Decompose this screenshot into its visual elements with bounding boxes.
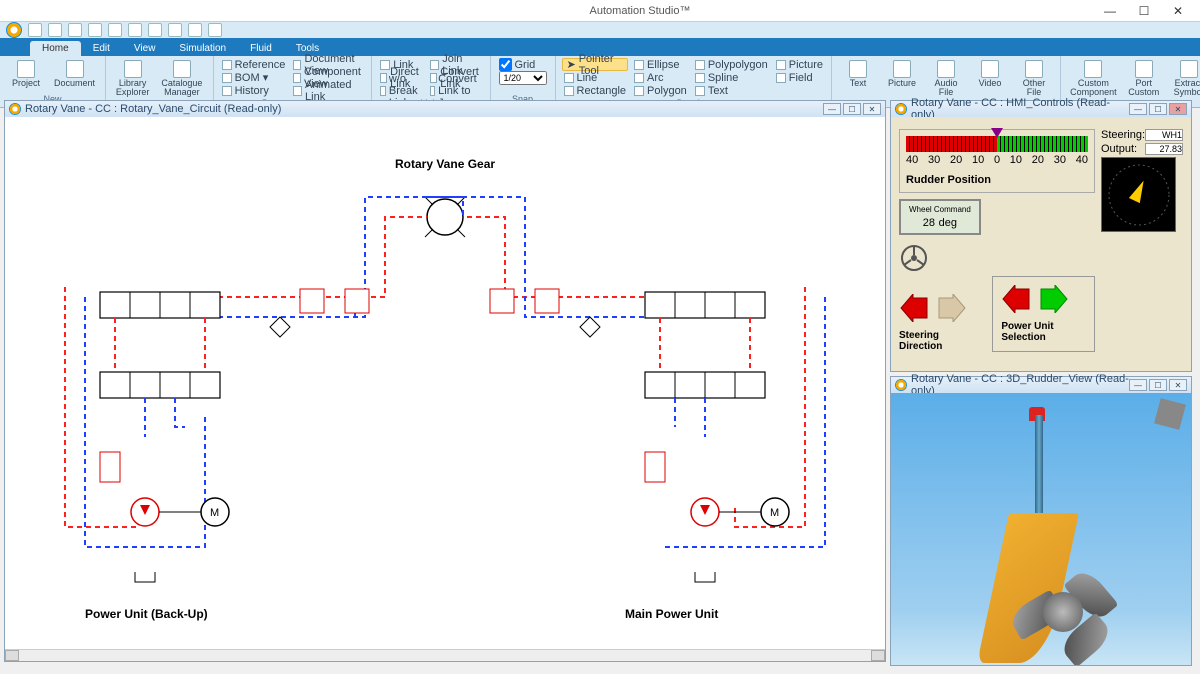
close-button[interactable]: ✕ <box>1164 2 1192 20</box>
app-title: Automation Studio™ <box>200 5 1080 17</box>
scroll-left-button[interactable] <box>5 650 19 661</box>
output-input[interactable] <box>1145 143 1183 155</box>
panel-minimize-button[interactable]: — <box>823 103 841 115</box>
minimize-button[interactable]: — <box>1096 2 1124 20</box>
panel-maximize-button[interactable]: ☐ <box>1149 379 1167 391</box>
tooltip-audio-button[interactable]: Audio File <box>926 58 966 99</box>
animated-link-button[interactable]: Animated Link <box>291 84 365 97</box>
maximize-button[interactable]: ☐ <box>1130 2 1158 20</box>
convert-jumps-button[interactable]: Convert Link to Jumps <box>428 84 484 97</box>
tooltip-other-button[interactable]: Other File <box>1014 58 1054 99</box>
reference-button[interactable]: Reference <box>220 58 288 71</box>
document-button[interactable]: Document <box>50 58 99 90</box>
polypolygon-tool-button[interactable]: Polypolygon <box>693 58 770 71</box>
field-tool-button[interactable]: Field <box>774 71 825 84</box>
project-button[interactable]: Project <box>6 58 46 90</box>
steer-left-button[interactable] <box>899 294 931 322</box>
panel-minimize-button[interactable]: — <box>1129 103 1147 115</box>
power-right-button[interactable] <box>1037 285 1069 313</box>
rudder-scale: 40302010010203040 Rudder Position <box>899 129 1095 193</box>
qat-open-icon[interactable] <box>48 23 62 37</box>
steering-input[interactable] <box>1145 129 1183 141</box>
view3d-panel: Rotary Vane - CC : 3D_Rudder_View (Read-… <box>890 376 1192 666</box>
panel-maximize-button[interactable]: ☐ <box>843 103 861 115</box>
ellipse-tool-button[interactable]: Ellipse <box>632 58 689 71</box>
rudder-pointer-icon <box>991 128 1003 138</box>
arc-tool-button[interactable]: Arc <box>632 71 689 84</box>
wheel-command-display: Wheel Command 28 deg <box>899 199 981 235</box>
circuit-svg: M M <box>5 117 885 647</box>
grid-toggle[interactable]: Grid <box>497 58 549 71</box>
power-left-button[interactable] <box>1001 285 1033 313</box>
steering-direction-label: Steering Direction <box>899 330 972 352</box>
panel-close-button[interactable]: ✕ <box>863 103 881 115</box>
qat-new-icon[interactable] <box>28 23 42 37</box>
line-tool-button[interactable]: Line <box>562 71 629 84</box>
tab-home[interactable]: Home <box>30 41 81 56</box>
hmi-panel: Rotary Vane - CC : HMI_Controls (Read-on… <box>890 100 1192 372</box>
app-logo-icon[interactable] <box>6 22 22 38</box>
qat-play-icon[interactable] <box>148 23 162 37</box>
window-titlebar: Automation Studio™ — ☐ ✕ <box>0 0 1200 22</box>
propeller <box>1011 570 1131 660</box>
custom-component-button[interactable]: Custom Component <box>1067 58 1120 99</box>
tab-view[interactable]: View <box>122 41 168 56</box>
qat-save-icon[interactable] <box>68 23 82 37</box>
tab-simulation[interactable]: Simulation <box>167 41 238 56</box>
text-tool-button[interactable]: Text <box>693 84 770 97</box>
polygon-tool-button[interactable]: Polygon <box>632 84 689 97</box>
panel-icon <box>895 379 907 391</box>
compass-gauge <box>1101 157 1176 232</box>
qat-stop-icon[interactable] <box>188 23 202 37</box>
picture-tool-button[interactable]: Picture <box>774 58 825 71</box>
bom-button[interactable]: BOM ▾ <box>220 71 288 84</box>
panel-maximize-button[interactable]: ☐ <box>1149 103 1167 115</box>
pointer-tool-button[interactable]: ➤ Pointer Tool <box>562 58 629 71</box>
power-unit-label: Power Unit Selection <box>1001 321 1086 343</box>
view-cube-icon[interactable] <box>1154 398 1186 430</box>
qat-pause-icon[interactable] <box>168 23 182 37</box>
steer-right-button[interactable] <box>935 294 967 322</box>
tab-edit[interactable]: Edit <box>81 41 122 56</box>
panel-close-button[interactable]: ✕ <box>1169 103 1187 115</box>
qat-print-icon[interactable] <box>88 23 102 37</box>
spline-tool-button[interactable]: Spline <box>693 71 770 84</box>
qat-redo-icon[interactable] <box>128 23 142 37</box>
panel-minimize-button[interactable]: — <box>1129 379 1147 391</box>
rudder-3d-view[interactable] <box>891 393 1191 665</box>
port-custom-button[interactable]: Port Custom <box>1124 58 1164 99</box>
library-explorer-button[interactable]: Library Explorer <box>112 58 153 99</box>
scroll-right-button[interactable] <box>871 650 885 661</box>
tooltip-text-button[interactable]: Text <box>838 58 878 90</box>
circuit-diagram[interactable]: Rotary Vane Gear Power Unit (Back-Up) Ma… <box>5 117 885 661</box>
rudder-position-label: Rudder Position <box>906 174 1088 186</box>
qat-undo-icon[interactable] <box>108 23 122 37</box>
svg-text:M: M <box>770 507 779 519</box>
svg-text:M: M <box>210 507 219 519</box>
history-button[interactable]: History <box>220 84 288 97</box>
panel-icon <box>895 103 907 115</box>
circuit-panel: Rotary Vane - CC : Rotary_Vane_Circuit (… <box>4 100 886 662</box>
grid-size-select[interactable]: 1/20 <box>497 71 549 84</box>
quick-access-toolbar <box>0 22 1200 38</box>
panel-close-button[interactable]: ✕ <box>1169 379 1187 391</box>
extract-symbol-button[interactable]: Extract Symbol <box>1168 58 1200 99</box>
tooltip-picture-button[interactable]: Picture <box>882 58 922 90</box>
panel-icon <box>9 103 21 115</box>
tab-fluid[interactable]: Fluid <box>238 41 284 56</box>
qat-help-icon[interactable] <box>208 23 222 37</box>
break-link-button[interactable]: w/o Break Link <box>378 84 424 97</box>
circuit-scrollbar[interactable] <box>5 649 885 661</box>
steering-wheel-icon <box>899 243 929 273</box>
rectangle-tool-button[interactable]: Rectangle <box>562 84 629 97</box>
circuit-panel-title: Rotary Vane - CC : Rotary_Vane_Circuit (… <box>25 103 823 115</box>
tooltip-video-button[interactable]: Video <box>970 58 1010 90</box>
catalogue-manager-button[interactable]: Catalogue Manager <box>157 58 206 99</box>
